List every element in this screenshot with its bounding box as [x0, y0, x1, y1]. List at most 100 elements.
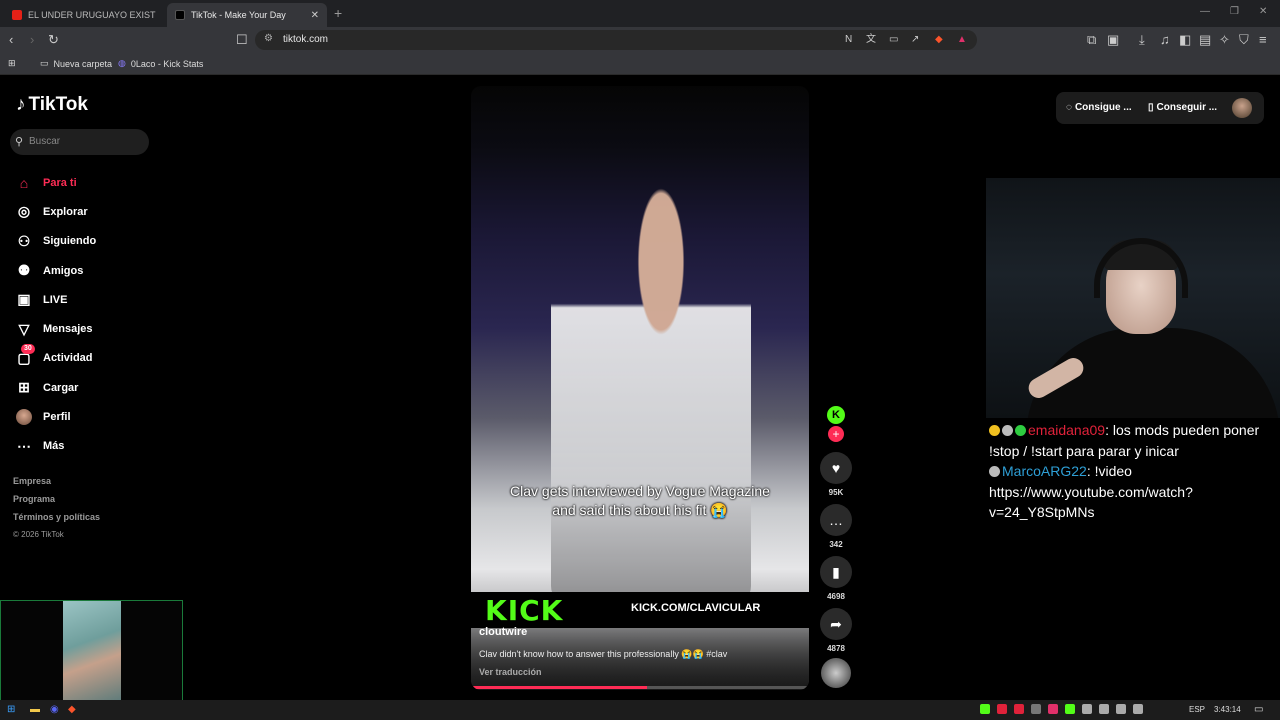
footer-link-programa[interactable]: Programa: [13, 494, 100, 512]
volume-icon[interactable]: [1133, 704, 1143, 714]
tray-app-icon[interactable]: [1031, 704, 1041, 714]
cast-icon[interactable]: ▭: [889, 32, 898, 48]
music-icon[interactable]: ♫: [1160, 32, 1170, 48]
stream-chat-overlay: emaidana09: los mods pueden poner !stop …: [989, 420, 1279, 523]
get-app-button[interactable]: ▯ Conseguir ...: [1148, 102, 1217, 113]
sidebar-item-label: Para ti: [43, 176, 77, 189]
profile-avatar[interactable]: [1232, 98, 1252, 118]
bookmark-kickstats[interactable]: ◍ 0Laco - Kick Stats: [118, 58, 203, 69]
sidebar-item-explorar[interactable]: ◎ Explorar: [14, 197, 96, 226]
address-bar[interactable]: ⚙ tiktok.com N 文 ▭ ↗ ◆ ▲: [255, 30, 977, 50]
back-icon[interactable]: ‹: [9, 32, 13, 48]
get-coins-button[interactable]: ◌ Consigue ...: [1066, 102, 1132, 113]
comment-button[interactable]: … 342: [819, 504, 853, 549]
tray-app-icon[interactable]: [1014, 704, 1024, 714]
more-icon: ⋯: [17, 437, 31, 454]
following-icon: ⚇: [17, 232, 31, 249]
new-tab-button[interactable]: +: [334, 5, 342, 21]
tab-title: TikTok - Make Your Day: [191, 10, 286, 20]
tray-app-icon[interactable]: [997, 704, 1007, 714]
footer-link-empresa[interactable]: Empresa: [13, 476, 100, 494]
translate-icon[interactable]: 文: [866, 32, 876, 48]
sidebar-item-label: Más: [43, 440, 65, 453]
tab-title: EL UNDER URUGUAYO EXISTE? (cong: [28, 10, 156, 20]
leo-ai-icon[interactable]: ✧: [1219, 32, 1230, 48]
headset-icon: [1094, 238, 1188, 298]
bookmark-label: 0Laco - Kick Stats: [130, 58, 204, 69]
microphone-icon[interactable]: [1099, 704, 1109, 714]
sidebar-item-live[interactable]: ▣ LIVE: [14, 285, 96, 314]
video-player[interactable]: Clav gets interviewed by Vogue Magazine …: [471, 86, 809, 690]
start-icon[interactable]: ⊞: [7, 704, 15, 716]
rewards-icon[interactable]: ▲: [957, 32, 967, 48]
share-icon[interactable]: ↗: [911, 32, 919, 48]
sidebar-icon[interactable]: ◧: [1179, 32, 1191, 48]
tiktok-logo[interactable]: ♪ TikTok: [16, 94, 88, 116]
minimize-icon[interactable]: —: [1200, 6, 1210, 17]
system-tray: [980, 704, 1143, 714]
explorer-icon[interactable]: ▬: [30, 704, 40, 716]
sidebar-item-perfil[interactable]: Perfil: [14, 402, 96, 431]
sidebar-item-mas[interactable]: ⋯ Más: [14, 432, 96, 461]
follow-button[interactable]: +: [828, 426, 844, 442]
vpn-icon[interactable]: ⛉: [1239, 32, 1249, 48]
keyboard-language[interactable]: ESP: [1189, 704, 1205, 716]
video-progress-bar[interactable]: [471, 686, 809, 689]
screenshot-icon[interactable]: ▣: [1107, 32, 1119, 48]
kick-url: KICK.COM/CLAVICULAR: [631, 602, 761, 614]
share-button[interactable]: ➦ 4878: [819, 608, 853, 653]
creator-avatar[interactable]: K: [827, 406, 845, 424]
sidebar-item-actividad[interactable]: ▢ 30 Actividad: [14, 343, 96, 373]
brave-icon[interactable]: ◆: [68, 704, 76, 716]
bookmark-folder[interactable]: ▭ Nueva carpeta: [40, 58, 112, 69]
clock[interactable]: 3:43:14: [1214, 704, 1241, 716]
restore-icon[interactable]: ❐: [1230, 6, 1239, 17]
apps-icon[interactable]: ⊞: [8, 58, 16, 69]
sidebar-item-amigos[interactable]: ⚉ Amigos: [14, 256, 96, 285]
tab-tiktok[interactable]: TikTok - Make Your Day ✕: [167, 3, 327, 27]
translate-link[interactable]: Ver traducción: [479, 667, 542, 677]
discord-icon[interactable]: ◉: [50, 704, 59, 716]
picture-in-picture-preview[interactable]: [0, 600, 183, 704]
video-author[interactable]: cloutwire: [479, 626, 527, 638]
sidebar-item-siguiendo[interactable]: ⚇ Siguiendo: [14, 227, 96, 256]
tiktok-icon: [175, 10, 185, 20]
sidebar-item-para-ti[interactable]: ⌂ Para ti: [14, 168, 96, 197]
tray-app-icon[interactable]: [1082, 704, 1092, 714]
sub-badge-icon: [989, 466, 1000, 477]
wallet-icon[interactable]: ▤: [1199, 32, 1211, 48]
sidebar-footer: Empresa Programa Términos y políticas © …: [13, 476, 100, 548]
tab-youtube[interactable]: EL UNDER URUGUAYO EXISTE? (cong: [4, 3, 164, 27]
tray-app-icon[interactable]: [1048, 704, 1058, 714]
kick-icon[interactable]: [1065, 704, 1075, 714]
reader-icon[interactable]: N: [845, 32, 852, 48]
browser-toolbar: ‹ › ↻ ☐ ⚙ tiktok.com N 文 ▭ ↗ ◆ ▲ ⧉ ▣ ⤓ ♫…: [0, 27, 1280, 53]
logo-text: TikTok: [28, 94, 88, 115]
comment-icon: …: [820, 504, 852, 536]
badge-icon: [989, 425, 1000, 436]
sidebar-item-cargar[interactable]: ⊞ Cargar: [14, 373, 96, 402]
bookmark-icon[interactable]: ☐: [236, 32, 248, 48]
close-window-icon[interactable]: ✕: [1259, 6, 1267, 17]
music-disc-icon[interactable]: [821, 658, 851, 688]
extensions-icon[interactable]: ⧉: [1087, 32, 1096, 48]
reload-icon[interactable]: ↻: [48, 32, 59, 48]
tiktok-note-icon: ♪: [16, 94, 26, 115]
browser-tab-strip: EL UNDER URUGUAYO EXISTE? (cong TikTok -…: [0, 0, 1280, 27]
download-icon[interactable]: ⤓: [1139, 32, 1145, 48]
network-icon[interactable]: [1116, 704, 1126, 714]
search-input[interactable]: ⚲ Buscar: [10, 129, 149, 155]
brave-shield-icon[interactable]: ◆: [935, 32, 943, 48]
menu-icon[interactable]: ≡: [1259, 32, 1267, 48]
obs-icon[interactable]: [980, 704, 990, 714]
sidebar-nav: ⌂ Para ti ◎ Explorar ⚇ Siguiendo ⚉ Amigo…: [14, 168, 96, 461]
notifications-icon[interactable]: ▭: [1254, 704, 1263, 716]
save-button[interactable]: ▮ 4698: [819, 556, 853, 601]
footer-link-terminos[interactable]: Términos y políticas: [13, 512, 100, 530]
sidebar-item-mensajes[interactable]: ▽ Mensajes: [14, 314, 96, 343]
video-info: cloutwire Clav didn't know how to answer…: [471, 626, 809, 690]
forward-icon[interactable]: ›: [30, 32, 34, 48]
close-icon[interactable]: ✕: [311, 10, 319, 21]
site-info-icon[interactable]: ⚙: [264, 33, 273, 44]
like-button[interactable]: ♥ 95K: [819, 452, 853, 497]
